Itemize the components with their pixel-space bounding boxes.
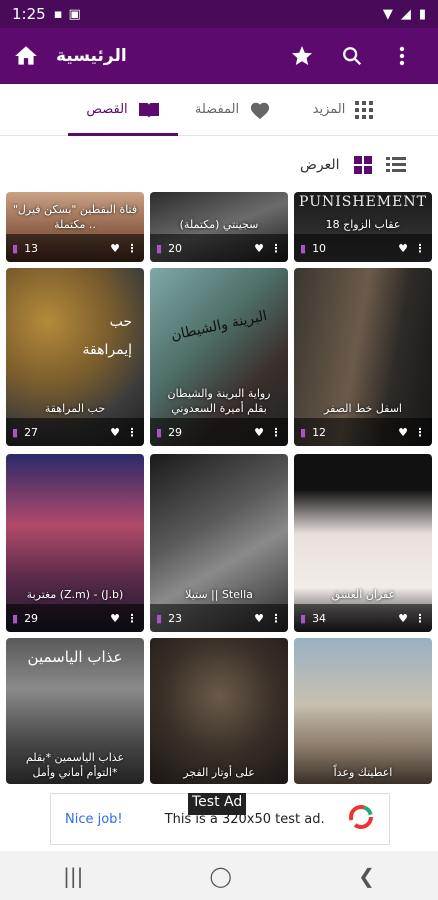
heart-icon[interactable]: ♥ [254,242,264,255]
story-title: غفران العشق [331,588,395,601]
book-icon: ▮ [156,611,163,625]
more-icon[interactable]: ⋮ [126,612,138,625]
wifi-icon: ▼ [382,6,393,22]
heart-icon[interactable]: ♥ [254,426,264,439]
stories-grid: فتاة البقطين "بسكن فيرل" .. مكتملة ▮ 13 ♥ ⋮… [5,192,433,784]
cover-text: عذاب الياسمين [27,648,123,666]
story-card[interactable]: مغتربة (Z.m) - (J.b) ▮ 29 ♥ ⋮ [6,454,144,632]
heart-icon [251,102,270,119]
book-icon: ▮ [156,241,163,255]
tab-stories[interactable]: القصص [68,84,178,136]
story-title: عقاب الزواج 18 [325,218,401,231]
story-title: على أوتار الفجر [183,766,255,779]
read-count: 10 [312,241,327,255]
story-title: مغتربة (Z.m) - (J.b) [26,588,124,601]
status-bar: 1:25 ▪ ▣ ▼ ◢ ▮ [0,0,438,28]
story-title: عذاب الياسمين *بقلم التوأم أماني وأمل* [25,751,125,779]
story-card[interactable]: غفران العشق ▮ 34 ♥ ⋮ [294,454,432,632]
cover-text: حب إيمراهقة [82,314,132,358]
read-count: 13 [24,241,39,255]
story-card[interactable]: عذاب الياسمين عذاب الياسمين *بقلم التوأم… [6,638,144,784]
heart-icon[interactable]: ♥ [110,242,120,255]
favorite-star-icon[interactable] [284,38,320,74]
list-view-icon[interactable] [385,157,406,173]
more-icon[interactable]: ⋮ [414,612,426,625]
page-title: الرئيسية [56,46,127,66]
battery-icon: ▮ [418,6,426,22]
heart-icon[interactable]: ♥ [110,612,120,625]
heart-icon[interactable]: ♥ [398,612,408,625]
more-icon[interactable]: ⋮ [270,242,282,255]
book-icon: ▮ [12,425,19,439]
story-card[interactable]: البرينة والشيطان رواية البرينة والشيطان … [150,268,288,446]
tab-favorites-label: المفضلة [194,102,240,117]
more-icon[interactable]: ⋮ [270,612,282,625]
story-card[interactable]: ستيلا || Stella ▮ 23 ♥ ⋮ [150,454,288,632]
story-title: اسفل خط الصفر [324,402,402,415]
book-icon [138,102,159,118]
signal-icon: ◢ [400,6,411,22]
home-button-icon[interactable]: ◯ [210,864,232,888]
story-card[interactable]: على أوتار الفجر [150,638,288,784]
book-icon: ▮ [300,241,307,255]
ad-headline: Nice job! [65,811,123,827]
view-toggle-row: العرض [0,147,438,183]
overflow-menu-icon[interactable] [384,38,420,74]
read-count: 34 [312,611,327,625]
recents-icon[interactable]: ||| [63,864,83,888]
app-bar: الرئيسية [0,28,438,84]
notification-icon: ▪ [53,6,63,22]
read-count: 12 [312,425,327,439]
tab-more[interactable]: المزيد [288,84,398,136]
story-card[interactable]: حب إيمراهقة حب المراهقة ▮ 27 ♥ ⋮ [6,268,144,446]
book-icon: ▮ [300,611,307,625]
read-count: 20 [168,241,183,255]
read-count: 23 [168,611,183,625]
more-icon[interactable]: ⋮ [126,426,138,439]
grid-dots-icon [355,100,374,119]
read-count: 29 [168,425,183,439]
story-card[interactable]: اسفل خط الصفر ▮ 12 ♥ ⋮ [294,268,432,446]
story-title: فتاة البقطين "بسكن فيرل" .. مكتملة [12,203,138,231]
story-card[interactable]: فتاة البقطين "بسكن فيرل" .. مكتملة ▮ 13 ♥ ⋮ [6,192,144,262]
gallery-icon: ▣ [68,6,81,22]
tab-more-label: المزيد [312,102,346,117]
system-nav-bar: ||| ◯ ❮ [0,851,438,900]
story-title: سجينتي (مكتملة) [179,218,259,231]
story-card[interactable]: PUNISHEMENT عقاب الزواج 18 ▮ 10 ♥ ⋮ [294,192,432,262]
heart-icon[interactable]: ♥ [254,612,264,625]
story-card[interactable]: سجينتي (مكتملة) ▮ 20 ♥ ⋮ [150,192,288,262]
ad-logo-icon [347,803,375,835]
story-title: رواية البرينة والشيطان بقلم أميرة السعدو… [167,387,271,415]
read-count: 27 [24,425,39,439]
more-icon[interactable]: ⋮ [126,242,138,255]
book-icon: ▮ [156,425,163,439]
story-card[interactable]: اعطيتك وعداً [294,638,432,784]
status-time: 1:25 [12,5,46,23]
heart-icon[interactable]: ♥ [398,426,408,439]
story-title: اعطيتك وعداً [333,766,393,779]
more-icon[interactable]: ⋮ [414,242,426,255]
search-icon[interactable] [334,38,370,74]
view-label: العرض [300,157,340,173]
back-icon[interactable]: ❮ [358,864,375,888]
book-icon: ▮ [12,611,19,625]
tab-favorites[interactable]: المفضلة [178,84,288,136]
test-ad-label: Test Ad [188,793,247,815]
cover-text: PUNISHEMENT [299,194,427,210]
story-title: حب المراهقة [44,402,106,415]
tab-stories-label: القصص [86,102,128,117]
more-icon[interactable]: ⋮ [414,426,426,439]
book-icon: ▮ [12,241,19,255]
home-icon[interactable] [8,38,44,74]
read-count: 29 [24,611,39,625]
book-icon: ▮ [300,425,307,439]
more-icon[interactable]: ⋮ [270,426,282,439]
grid-view-icon[interactable] [353,156,372,174]
tab-bar: القصص المفضلة المزيد [0,84,438,136]
story-title: ستيلا || Stella [185,588,253,601]
heart-icon[interactable]: ♥ [398,242,408,255]
heart-icon[interactable]: ♥ [110,426,120,439]
